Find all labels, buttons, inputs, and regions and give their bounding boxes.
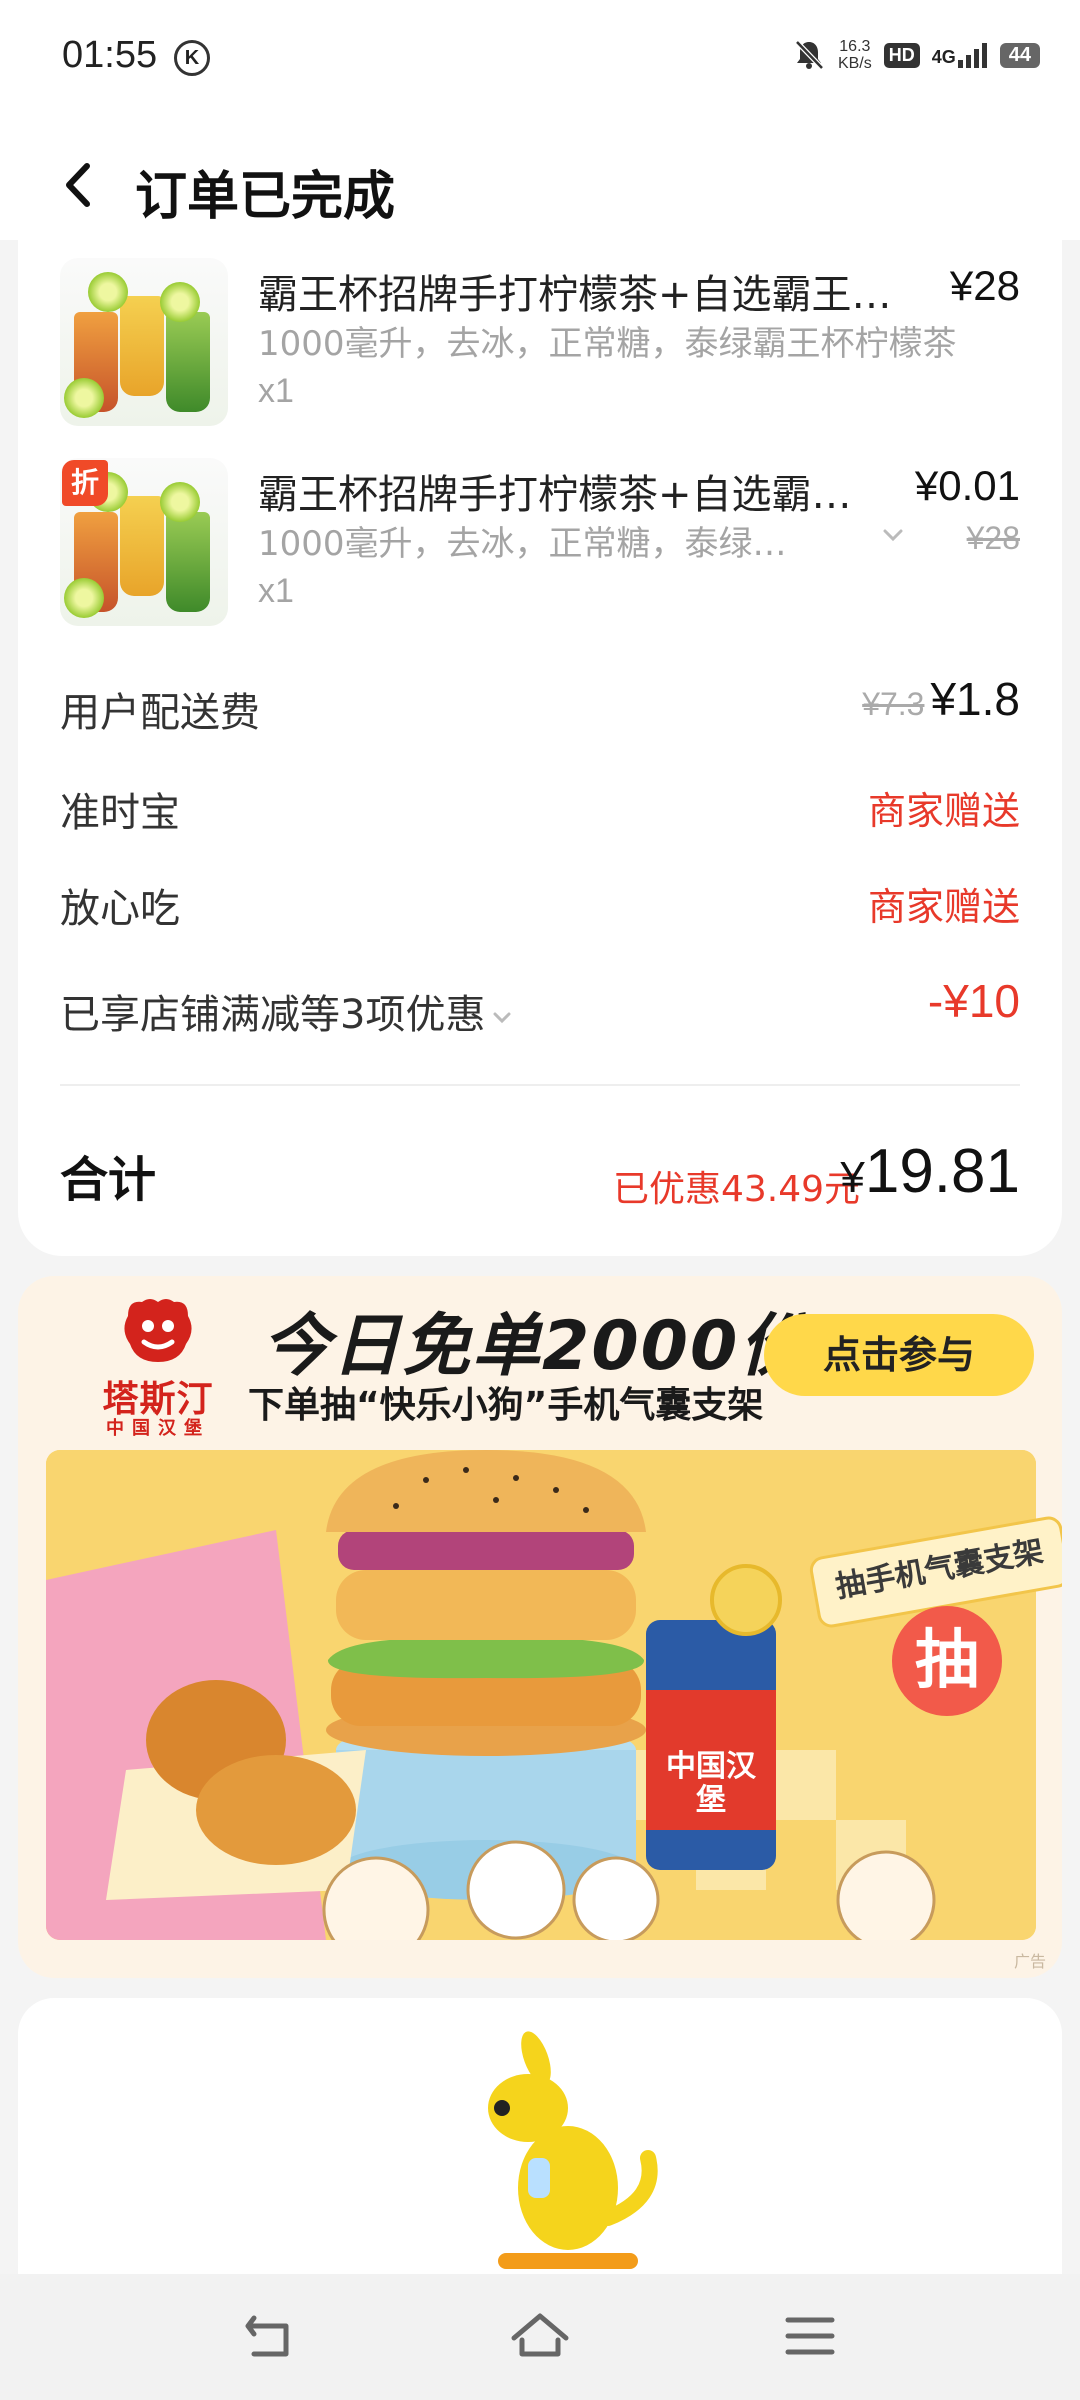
ad-headline: 今日免单2000份 <box>262 1307 810 1386</box>
promo-card[interactable] <box>18 1998 1062 2278</box>
item-name: 霸王杯招牌手打柠檬茶+自选霸… <box>258 472 852 518</box>
chevron-down-icon[interactable] <box>880 522 906 548</box>
promo-row[interactable]: 已享店铺满减等3项优惠 -¥10 <box>60 974 1020 1038</box>
header: 订单已完成 <box>0 120 1080 240</box>
checker-floor-icon <box>46 1450 1036 1940</box>
item-price: ¥28 <box>949 262 1020 309</box>
delivery-fee-label: 用户配送费 <box>60 690 260 736</box>
order-summary-card: 霸王杯招牌手打柠檬茶+自选霸王… ¥28 1000毫升，去冰，正常糖，泰绿霸王杯… <box>18 240 1062 1256</box>
draw-badge: 抽 <box>892 1606 1002 1716</box>
total-saved: 已优惠43.49元 <box>612 1169 860 1210</box>
item-price: ¥0.01 <box>914 462 1020 509</box>
safe-eat-label: 放心吃 <box>60 886 180 932</box>
back-nav-icon[interactable] <box>238 2304 302 2368</box>
cup-label: 中国汉堡 <box>666 1749 756 1818</box>
safe-eat-value: 商家赠送 <box>867 885 1020 929</box>
ontime-row[interactable]: 准时宝 商家赠送 <box>60 772 1020 836</box>
discount-tag: 折 <box>62 460 108 506</box>
item-name: 霸王杯招牌手打柠檬茶+自选霸王… <box>258 272 892 318</box>
menu-nav-icon[interactable] <box>778 2304 842 2368</box>
status-icons: 16.3 KB/s HD 4G 44 <box>792 38 1040 72</box>
kangaroo-mascot-icon <box>488 2031 658 2269</box>
delivery-fee-row: 用户配送费 ¥7.3 ¥1.8 <box>60 672 1020 736</box>
total-amount: ¥19.81 <box>840 1137 1020 1206</box>
item-spec: 1000毫升，去冰，正常糖，泰绿霸王杯柠檬茶 <box>258 324 957 364</box>
item-qty: x1 <box>258 572 294 610</box>
k-icon: K <box>174 40 210 76</box>
total-label: 合计 <box>60 1152 157 1208</box>
home-nav-icon[interactable] <box>508 2304 572 2368</box>
delivery-fee-original: ¥7.3 <box>862 686 925 722</box>
page-title: 订单已完成 <box>135 167 396 227</box>
product-image: 折 <box>60 458 228 626</box>
silent-bell-icon <box>795 40 824 70</box>
ontime-label: 准时宝 <box>60 790 180 836</box>
delivery-fee-value: ¥1.8 <box>930 673 1020 725</box>
ad-label: 广告 <box>1013 1952 1046 1971</box>
join-button[interactable]: 点击参与 <box>764 1314 1034 1396</box>
order-item[interactable]: 折 霸王杯招牌手打柠檬茶+自选霸… ¥0.01 1000毫升，去冰，正常糖，泰绿… <box>60 458 1020 628</box>
battery-icon: 44 <box>999 42 1040 68</box>
status-time: 01:55 <box>62 34 158 76</box>
hd-badge: HD <box>883 42 920 68</box>
status-bar: 01:55 K 16.3 KB/s HD 4G 44 <box>0 0 1080 120</box>
signal-icon: 4G <box>932 42 988 68</box>
ontime-value: 商家赠送 <box>867 789 1020 833</box>
order-item[interactable]: 霸王杯招牌手打柠檬茶+自选霸王… ¥28 1000毫升，去冰，正常糖，泰绿霸王杯… <box>60 258 1020 428</box>
promo-value: -¥10 <box>927 975 1020 1027</box>
item-qty: x1 <box>258 372 294 410</box>
system-nav-bar <box>0 2274 1080 2400</box>
item-spec: 1000毫升，去冰，正常糖，泰绿… <box>258 524 787 564</box>
network-speed: 16.3 KB/s <box>837 38 872 72</box>
item-original-price: ¥28 <box>966 520 1020 556</box>
promo-label: 已享店铺满减等3项优惠 <box>60 982 513 1040</box>
ad-image: 中国汉堡 <box>46 1450 1036 1940</box>
ad-banner[interactable]: 塔斯汀 中国汉堡 今日免单2000份 下单抽“快乐小狗”手机气囊支架 点击参与 <box>18 1276 1062 1978</box>
brand-logo: 塔斯汀 中国汉堡 <box>78 1296 238 1439</box>
chevron-down-icon[interactable] <box>491 1006 513 1028</box>
back-arrow-icon[interactable] <box>55 160 105 210</box>
ad-subline: 下单抽“快乐小狗”手机气囊支架 <box>248 1385 764 1426</box>
lion-logo-icon <box>124 1299 192 1362</box>
divider <box>60 1084 1020 1086</box>
product-image <box>60 258 228 426</box>
safe-eat-row[interactable]: 放心吃 商家赠送 <box>60 868 1020 932</box>
